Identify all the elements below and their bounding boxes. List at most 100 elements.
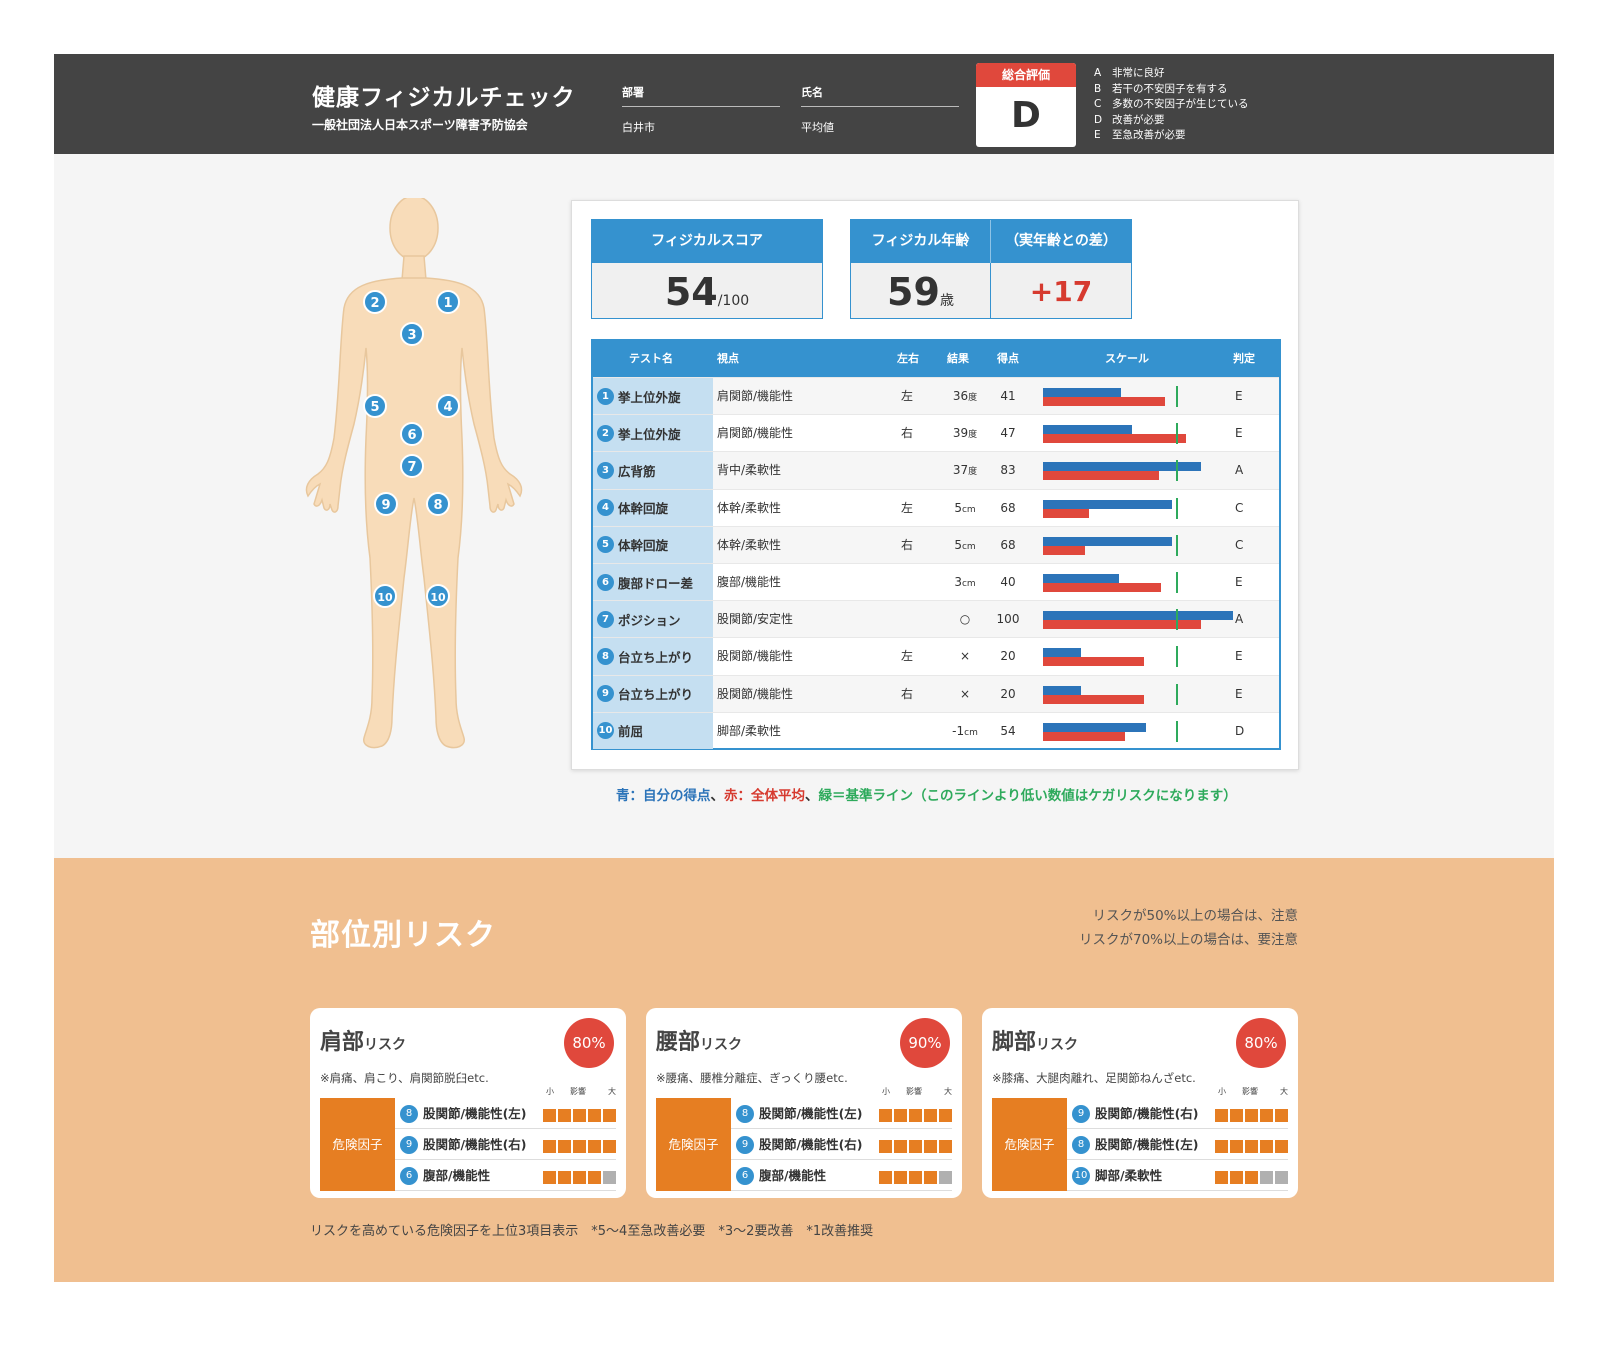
risk-card: 腰部リスク 90% ※腰痛、腰椎分離症、ぎっくり腰etc. 小 影響 大危険因子 8 股関節/… (646, 1008, 962, 1198)
average-score-bar (1043, 694, 1144, 704)
risk-factor-item: 9 股関節/機能性(右) (731, 1129, 952, 1160)
danger-factor-label: 危険因子 (992, 1098, 1067, 1191)
test-view: 体幹/柔軟性 (717, 537, 782, 552)
result-value: × (959, 649, 971, 664)
organization-name: 一般社団法人日本スポーツ障害予防協会 (312, 118, 528, 132)
scale-mid: 影響 (1242, 1087, 1258, 1096)
factor-number-badge: 6 (736, 1167, 754, 1185)
test-score: 20 (1000, 686, 1016, 701)
impact-blocks (541, 1169, 616, 1184)
impact-block (1230, 1109, 1243, 1122)
legend-blue: 青：自分の得点 (616, 788, 711, 804)
impact-block (1230, 1140, 1243, 1153)
result-value: 3 (954, 574, 962, 589)
test-name-cell: 1 挙上位外旋 (593, 378, 713, 415)
impact-block (939, 1140, 952, 1153)
impact-block (1245, 1109, 1258, 1122)
physical-age-label: フィジカル年齢 (851, 220, 991, 263)
risk-title: 部位別リスク (310, 918, 496, 953)
test-name-cell: 9 台立ち上がり (593, 675, 713, 712)
factor-label: 股関節/機能性(右) (759, 1137, 863, 1152)
factor-number-badge: 8 (400, 1105, 418, 1123)
impact-block (909, 1109, 922, 1122)
grade-desc: 若干の不安因子を有する (1112, 82, 1228, 95)
average-score-bar (1043, 731, 1125, 741)
score-scale (1043, 490, 1233, 526)
name-value: 平均値 (801, 121, 834, 134)
test-side: 右 (901, 537, 914, 552)
grade-legend-item: B 若干の不安因子を有する (1094, 82, 1249, 98)
score-scale (1043, 713, 1233, 749)
pin-10-left: 10 (426, 584, 450, 608)
test-side: 右 (901, 686, 914, 701)
risk-factor-item: 8 股関節/機能性(左) (731, 1098, 952, 1129)
table-row: 9 台立ち上がり 股関節/機能性右 × 20 E (593, 674, 1279, 712)
impact-block (603, 1109, 616, 1122)
legend-red: 赤：全体平均 (724, 788, 805, 804)
score-scale (1043, 638, 1233, 674)
impact-block (909, 1140, 922, 1153)
test-name: 体幹回旋 (618, 501, 669, 517)
body-figure: 1 2 3 4 5 6 7 8 9 10 10 (300, 195, 540, 768)
risk-card-title: 脚部リスク (992, 1024, 1078, 1056)
test-score: 68 (1000, 537, 1016, 552)
self-score-bar (1043, 573, 1119, 583)
test-name-cell: 8 台立ち上がり (593, 638, 713, 675)
test-side: 左 (901, 389, 914, 403)
baseline-marker (1176, 646, 1178, 668)
risk-factor-item: 6 腹部/機能性 (731, 1160, 952, 1191)
risk-card: 肩部リスク 80% ※肩痛、肩こり、肩関節脱臼etc. 小 影響 大危険因子 8 股関節/機能… (310, 1008, 626, 1198)
test-result: -1cm (945, 713, 985, 752)
test-result: 3cm (945, 564, 985, 603)
result-value: -1 (952, 723, 965, 738)
factor-number-badge: 8 (736, 1105, 754, 1123)
pin-7: 7 (400, 454, 424, 478)
test-result: 5cm (945, 527, 985, 566)
test-result: 5cm (945, 490, 985, 529)
test-result: 37度 (945, 452, 985, 491)
factor-label: 腹部/機能性 (759, 1168, 827, 1183)
result-card: フィジカルスコア 54/100 フィジカル年齢 （実年齢との差） 59歳 +17… (571, 200, 1299, 770)
impact-block (1275, 1171, 1288, 1184)
grade-legend-item: E 至急改善が必要 (1094, 128, 1249, 144)
factor-label: 股関節/機能性(右) (1095, 1106, 1199, 1121)
test-name-cell: 7 ポジション (593, 601, 713, 638)
score-scale (1043, 527, 1233, 563)
physical-age-box: フィジカル年齢 （実年齢との差） 59歳 +17 (850, 219, 1132, 319)
result-value: 37 (952, 463, 969, 478)
danger-factor-label: 危険因子 (320, 1098, 395, 1191)
baseline-marker (1176, 386, 1178, 407)
impact-block (588, 1171, 601, 1184)
impact-block (1245, 1140, 1258, 1153)
risk-suffix: リスク (700, 1037, 743, 1053)
test-number-badge: 2 (597, 424, 614, 442)
test-name-cell: 5 体幹回旋 (593, 526, 713, 563)
factor-label: 股関節/機能性(右) (423, 1137, 527, 1152)
result-unit: 度 (968, 430, 978, 441)
grade-legend: A 非常に良好 B 若干の不安因子を有する C 多数の不安因子が生じている D 改善が必要 E 至… (1094, 66, 1249, 144)
impact-block (558, 1109, 571, 1122)
impact-block (1275, 1109, 1288, 1122)
table-body: 1 挙上位外旋 肩関節/機能性左 36度 41 E 2 挙上位外旋 肩関節/機能性右 39度 47 E… (593, 377, 1279, 749)
risk-note-2: リスクが70%以上の場合は、要注意 (1078, 932, 1298, 948)
age-diff-value: +17 (991, 263, 1131, 318)
test-view: 股関節/機能性 (717, 686, 794, 701)
average-score-bar (1043, 471, 1159, 481)
grade-key: E (1094, 129, 1101, 141)
test-name: 台立ち上がり (618, 687, 694, 703)
scale-large: 大 (1280, 1087, 1288, 1096)
self-score-bar (1043, 685, 1081, 695)
result-value: ○ (959, 612, 971, 627)
average-score-bar (1043, 545, 1085, 555)
impact-block (573, 1140, 586, 1153)
test-judge: E (1235, 426, 1243, 441)
risk-percent-badge: 80% (1236, 1018, 1286, 1068)
test-score: 100 (996, 612, 1020, 627)
col-side: 左右 (897, 352, 919, 365)
test-number-badge: 4 (597, 499, 614, 517)
test-result: × (945, 638, 985, 677)
impact-block (1260, 1109, 1273, 1122)
table-row: 1 挙上位外旋 肩関節/機能性左 36度 41 E (593, 377, 1279, 415)
impact-block (894, 1109, 907, 1122)
table-row: 4 体幹回旋 体幹/柔軟性左 5cm 68 C (593, 488, 1279, 529)
